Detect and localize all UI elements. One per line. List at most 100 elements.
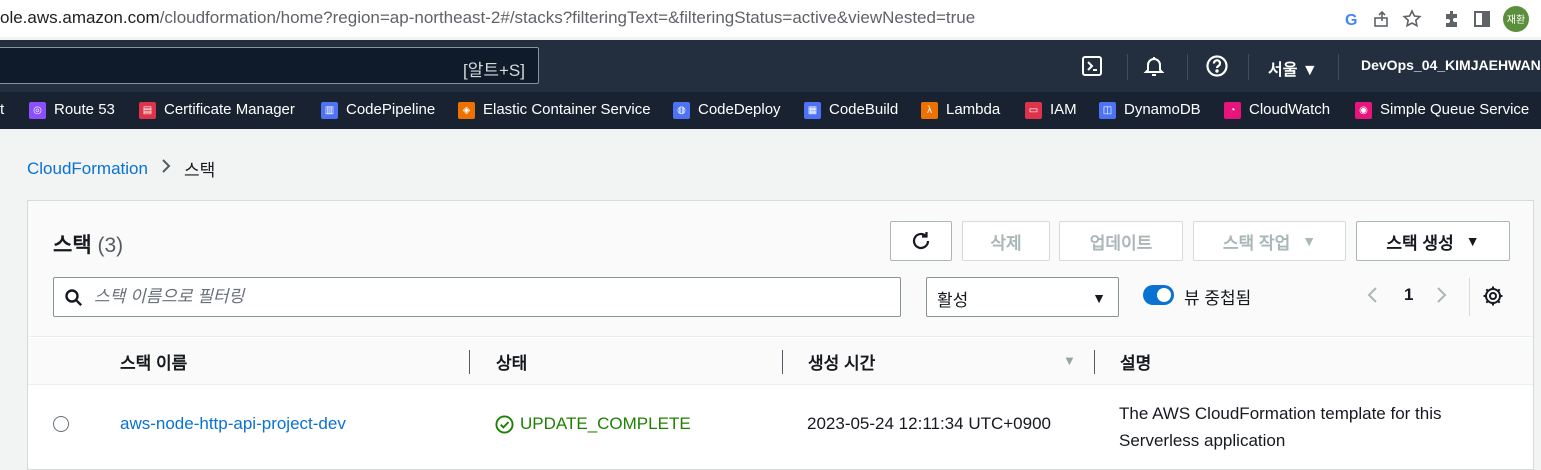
favorite-label: IAM xyxy=(1050,101,1077,118)
pagination-page-number[interactable]: 1 xyxy=(1404,285,1413,305)
create-stack-label: 스택 생성 xyxy=(1386,233,1454,253)
column-resizer[interactable] xyxy=(469,350,470,374)
stack-filter-input[interactable] xyxy=(94,284,874,310)
favorite-label: Lambda xyxy=(946,101,1001,118)
cloudwatch-icon: ◔ xyxy=(1224,101,1241,119)
breadcrumb-current: 스택 xyxy=(183,161,216,180)
stack-actions-button[interactable]: 스택 작업 ▼ xyxy=(1193,221,1346,261)
refresh-button[interactable] xyxy=(890,221,952,261)
favorite-label: Elastic Container Service xyxy=(483,101,651,118)
pagination-divider xyxy=(1469,278,1470,316)
favorite-label: t xyxy=(0,101,5,118)
favorite-label: Route 53 xyxy=(54,101,115,118)
refresh-icon xyxy=(912,232,930,250)
favorite-label: CloudWatch xyxy=(1249,101,1331,118)
region-selector[interactable]: 서울 ▼ xyxy=(1268,56,1318,80)
favorite-codepipeline[interactable]: ▥ CodePipeline xyxy=(321,100,435,120)
help-icon[interactable] xyxy=(1205,54,1229,78)
row-select-radio[interactable] xyxy=(53,416,69,432)
favorite-dynamodb[interactable]: ◫ DynamoDB xyxy=(1099,100,1201,120)
column-header-description[interactable]: 설명 xyxy=(1120,349,1151,374)
nav-divider xyxy=(1127,54,1128,80)
success-check-icon xyxy=(495,414,514,434)
stack-description: The AWS CloudFormation template for this… xyxy=(1119,400,1442,454)
side-panel-icon[interactable] xyxy=(1467,4,1497,34)
favorite-label: CodeDeploy xyxy=(698,101,781,118)
route53-icon: ◎ xyxy=(29,101,46,119)
favorite-sqs[interactable]: ◉ Simple Queue Service xyxy=(1355,100,1529,120)
pagination-prev-button[interactable] xyxy=(1365,285,1379,311)
nav-divider xyxy=(1187,54,1188,80)
favorite-lambda[interactable]: λ Lambda xyxy=(921,100,1000,120)
notifications-bell-icon[interactable] xyxy=(1142,54,1166,78)
page-title: 스택 (3) xyxy=(53,229,123,259)
favorite-item[interactable]: t xyxy=(0,100,4,120)
url-host: ole.aws.amazon.com xyxy=(0,8,160,27)
favorite-ecs[interactable]: ◈ Elastic Container Service xyxy=(458,100,651,120)
chevron-right-icon xyxy=(160,158,172,179)
column-resizer[interactable] xyxy=(1094,350,1095,374)
breadcrumb: CloudFormation 스택 xyxy=(27,156,215,181)
favorite-route53[interactable]: ◎ Route 53 xyxy=(29,100,115,120)
stack-name-link[interactable]: aws-node-http-api-project-dev xyxy=(120,414,346,434)
cloudshell-icon[interactable] xyxy=(1080,54,1104,78)
sqs-icon: ◉ xyxy=(1355,101,1372,119)
chevron-left-icon xyxy=(1367,287,1377,303)
aws-search-box[interactable]: [알트+S] xyxy=(0,47,539,84)
stacks-title: 스택 xyxy=(53,234,92,257)
column-header-stack-name[interactable]: 스택 이름 xyxy=(120,349,187,374)
favorite-codebuild[interactable]: ▦ CodeBuild xyxy=(804,100,898,120)
stacks-count: (3) xyxy=(97,234,124,257)
nav-divider xyxy=(1248,54,1249,80)
svg-text:G: G xyxy=(1345,12,1357,28)
favorites-bar: t ◎ Route 53 ▤ Certificate Manager ▥ Cod… xyxy=(0,92,1541,129)
view-nested-toggle[interactable] xyxy=(1143,285,1174,305)
favorite-certificate-manager[interactable]: ▤ Certificate Manager xyxy=(139,100,295,120)
sort-descending-icon[interactable]: ▼ xyxy=(1063,353,1076,368)
favorite-label: Simple Queue Service xyxy=(1380,101,1530,118)
url-text[interactable]: ole.aws.amazon.com/cloudformation/home?r… xyxy=(0,0,975,37)
status-filter-value: 활성 xyxy=(937,291,969,310)
column-header-status[interactable]: 상태 xyxy=(496,349,527,374)
gear-icon xyxy=(1483,286,1503,306)
google-icon[interactable]: G xyxy=(1337,4,1367,34)
breadcrumb-cloudformation-link[interactable]: CloudFormation xyxy=(27,159,148,179)
ecs-icon: ◈ xyxy=(458,101,475,119)
favorite-label: CodePipeline xyxy=(346,101,436,118)
table-preferences-button[interactable] xyxy=(1482,285,1504,307)
favorite-codedeploy[interactable]: ◍ CodeDeploy xyxy=(673,100,781,120)
dynamodb-icon: ◫ xyxy=(1099,101,1116,119)
stack-description-line: Serverless application xyxy=(1119,431,1286,450)
extensions-puzzle-icon[interactable] xyxy=(1437,4,1467,34)
search-icon xyxy=(65,289,83,307)
stack-status: UPDATE_COMPLETE xyxy=(495,414,691,434)
account-menu[interactable]: DevOps_04_KIMJAEHWAN xyxy=(1361,57,1541,73)
favorite-iam[interactable]: ▭ IAM xyxy=(1025,100,1077,120)
browser-url-bar[interactable]: ole.aws.amazon.com/cloudformation/home?r… xyxy=(0,0,1541,37)
caret-down-icon: ▼ xyxy=(1302,233,1317,249)
table-row[interactable]: aws-node-http-api-project-dev UPDATE_COM… xyxy=(28,386,1533,466)
caret-down-icon: ▼ xyxy=(1092,290,1106,306)
stack-description-line: The AWS CloudFormation template for this xyxy=(1119,404,1442,423)
column-header-created-time[interactable]: 생성 시간 xyxy=(808,349,875,374)
codebuild-icon: ▦ xyxy=(804,101,821,119)
iam-icon: ▭ xyxy=(1025,101,1042,119)
stack-created-time: 2023-05-24 12:11:34 UTC+0900 xyxy=(807,414,1052,433)
pagination-next-button[interactable] xyxy=(1435,285,1449,311)
status-filter-select[interactable]: 활성 ▼ xyxy=(926,277,1119,317)
favorite-cloudwatch[interactable]: ◔ CloudWatch xyxy=(1224,100,1330,120)
aws-top-nav: [알트+S] 서울 ▼ DevOps_04_KIMJAEHWAN xyxy=(0,40,1541,92)
create-stack-button[interactable]: 스택 생성 ▼ xyxy=(1356,221,1510,261)
favorite-label: Certificate Manager xyxy=(164,101,295,118)
column-resizer[interactable] xyxy=(782,350,783,374)
bookmark-star-icon[interactable] xyxy=(1397,4,1427,34)
stacks-panel-header: 스택 (3) 삭제 업데이트 스택 작업 ▼ 스택 생성 ▼ 활성 ▼ 뷰 중첩… xyxy=(28,201,1533,337)
stack-filter-field[interactable] xyxy=(53,277,901,317)
update-button[interactable]: 업데이트 xyxy=(1059,221,1183,261)
toggle-knob xyxy=(1157,288,1171,302)
view-nested-label: 뷰 중첩됨 xyxy=(1184,289,1252,308)
delete-button[interactable]: 삭제 xyxy=(962,221,1050,261)
profile-avatar[interactable]: 재환 xyxy=(1503,5,1529,32)
share-icon[interactable] xyxy=(1367,4,1397,34)
stack-status-text: UPDATE_COMPLETE xyxy=(520,414,691,433)
